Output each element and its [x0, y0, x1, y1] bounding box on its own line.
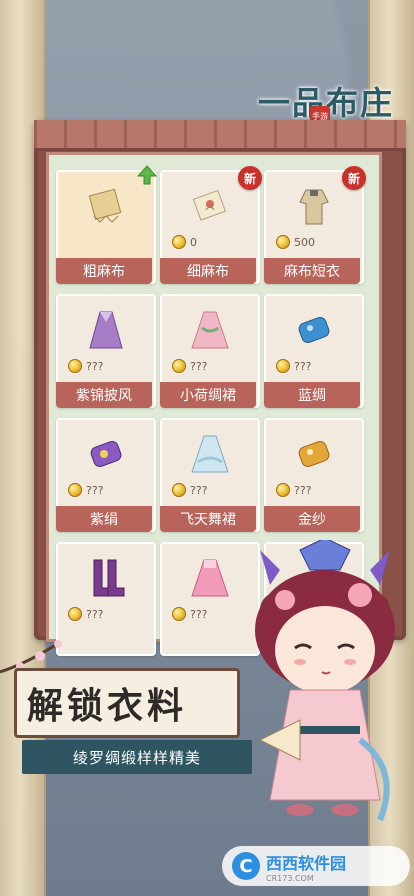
price: 0: [172, 234, 197, 250]
coin-icon: [68, 483, 82, 497]
fabric-name: 细麻布: [160, 258, 256, 284]
fabric-card[interactable]: ??? 紫锦披风: [56, 294, 156, 408]
coin-icon: [68, 607, 82, 621]
price-value: ???: [190, 607, 208, 621]
feitian-dance-dress-icon: [185, 432, 235, 476]
purple-silk-icon: [81, 432, 131, 476]
new-badge: 新: [238, 166, 262, 190]
fabric-name: 紫绢: [56, 506, 152, 532]
watermark-logo-icon: C: [232, 852, 260, 880]
price-value: ???: [86, 607, 104, 621]
watermark-title: 西西软件园: [266, 853, 347, 873]
coin-icon: [276, 235, 290, 249]
banner-subtitle: 绫罗绸缎样样精美: [22, 740, 252, 774]
unlock-banner: 解锁衣料: [14, 668, 240, 738]
coarse-linen-icon: [81, 184, 131, 228]
price-value: ???: [294, 483, 312, 497]
price-value: ???: [294, 359, 312, 373]
blue-silk-icon: [289, 308, 339, 352]
purple-boots-icon: [81, 556, 131, 600]
watermark-sub: CR173.COM: [266, 873, 314, 883]
fabric-card[interactable]: 新 0 细麻布: [160, 166, 262, 284]
fabric-card[interactable]: ??? 飞天舞裙: [160, 418, 260, 532]
fabric-name: 金纱: [264, 506, 360, 532]
coin-icon: [172, 235, 186, 249]
coin-icon: [172, 483, 186, 497]
fabric-card[interactable]: ??? 蓝绸: [264, 294, 364, 408]
fabric-name: 粗麻布: [56, 258, 152, 284]
fine-linen-icon: [185, 184, 235, 228]
price: ???: [276, 358, 312, 374]
fabric-name: 小荷绸裙: [160, 382, 256, 408]
fabric-name: 蓝绸: [264, 382, 360, 408]
fabric-name: 紫锦披风: [56, 382, 152, 408]
fabric-card[interactable]: 新 500 麻布短衣: [264, 166, 366, 284]
lotus-silk-dress-icon: [185, 308, 235, 352]
coin-icon: [172, 607, 186, 621]
price-value: ???: [190, 359, 208, 373]
price-value: ???: [190, 483, 208, 497]
banner-title: 解锁衣料: [27, 686, 188, 727]
price-value: ???: [86, 483, 104, 497]
new-badge: 新: [342, 166, 366, 190]
price: ???: [172, 606, 208, 622]
price-value: 500: [294, 235, 315, 249]
coin-icon: [276, 359, 290, 373]
fabric-card[interactable]: ??? 金纱: [264, 418, 364, 532]
price: ???: [172, 358, 208, 374]
price-value: 0: [190, 235, 197, 249]
coin-icon: [68, 359, 82, 373]
fabric-card[interactable]: 粗麻布: [56, 165, 158, 284]
fabric-name: 麻布短衣: [264, 258, 360, 284]
price: ???: [68, 358, 104, 374]
coin-icon: [276, 483, 290, 497]
coin-icon: [172, 359, 186, 373]
price: ???: [68, 482, 104, 498]
fabric-card[interactable]: ??? 小荷绸裙: [160, 294, 260, 408]
price: ???: [172, 482, 208, 498]
price: 500: [276, 234, 315, 250]
purple-cape-icon: [81, 308, 131, 352]
price-value: ???: [86, 359, 104, 373]
fabric-card[interactable]: ??? 紫绢: [56, 418, 156, 532]
fabric-name: 飞天舞裙: [160, 506, 256, 532]
gold-gauze-icon: [289, 432, 339, 476]
upgrade-arrow-icon: [136, 164, 158, 186]
watermark-text: 西西软件园 CR173.COM: [266, 850, 346, 883]
price: ???: [68, 606, 104, 622]
site-watermark: C 西西软件园 CR173.COM: [222, 846, 410, 886]
linen-short-robe-icon: [289, 184, 339, 228]
pink-dress-icon: [185, 556, 235, 600]
price: ???: [276, 482, 312, 498]
character-girl: [255, 540, 395, 822]
frame-lattice: [34, 120, 406, 151]
